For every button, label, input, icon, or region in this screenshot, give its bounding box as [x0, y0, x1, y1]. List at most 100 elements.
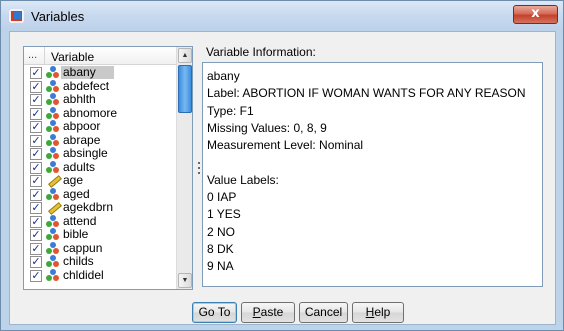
variable-list-item[interactable]: ✓ chldidel: [24, 267, 176, 283]
checkbox-icon[interactable]: ✓: [30, 215, 42, 228]
nominal-icon: [46, 214, 60, 229]
variable-list-item[interactable]: ✓ abdefect: [24, 78, 176, 94]
scroll-down-arrow-icon[interactable]: ▼: [178, 273, 192, 288]
variable-list-header[interactable]: ... Variable: [24, 47, 176, 65]
info-line: Measurement Level: Nominal: [207, 138, 364, 153]
nominal-icon: [46, 93, 60, 107]
nominal-icon: [46, 133, 60, 148]
variable-name: bible: [63, 227, 89, 241]
scale-icon: [46, 174, 62, 188]
variable-list-item[interactable]: ✓ abnomore: [24, 105, 176, 121]
nominal-icon: [46, 187, 60, 202]
info-line: Value Labels:: [207, 172, 279, 187]
checkbox-icon[interactable]: ✓: [30, 202, 42, 214]
info-line: 8 DK: [207, 241, 234, 256]
variable-list-item[interactable]: ✓ attend: [24, 213, 176, 229]
variable-name: abrape: [63, 132, 101, 147]
help-button[interactable]: Help: [352, 302, 404, 323]
variable-name: aged: [63, 186, 90, 201]
variable-list-item[interactable]: ✓ cappun: [24, 240, 176, 256]
checkbox-icon[interactable]: ✓: [30, 269, 42, 282]
goto-button[interactable]: Go To: [192, 302, 237, 323]
scale-icon: [46, 201, 62, 215]
variable-name: abnomore: [63, 105, 118, 120]
info-line: 2 NO: [207, 224, 236, 239]
variable-information-label: Variable Information:: [206, 45, 316, 59]
nominal-icon: [46, 147, 60, 161]
nominal-icon: [46, 228, 60, 242]
info-line: 1 YES: [207, 207, 241, 222]
variable-name: adults: [63, 159, 96, 174]
nominal-icon: [46, 66, 60, 80]
title-bar[interactable]: Variables x: [1, 1, 563, 31]
nominal-icon: [46, 268, 60, 283]
cancel-label: Cancel: [304, 305, 343, 319]
nominal-icon: [46, 120, 60, 134]
variable-column-header[interactable]: Variable: [51, 50, 94, 64]
variable-list-item[interactable]: ✓ agekdbrn: [24, 201, 176, 215]
paste-label: aste: [260, 305, 284, 319]
checkbox-icon[interactable]: ✓: [30, 188, 42, 201]
checkbox-icon[interactable]: ✓: [30, 67, 42, 79]
checkbox-icon[interactable]: ✓: [30, 134, 42, 147]
variable-list-scrollbar[interactable]: ▲ ▼: [176, 47, 192, 289]
checkbox-icon[interactable]: ✓: [30, 148, 42, 160]
variable-list-item[interactable]: ✓ adults: [24, 159, 176, 175]
variable-information-panel: abany Label: ABORTION IF WOMAN WANTS FOR …: [202, 62, 543, 287]
variable-name: abdefect: [63, 78, 110, 93]
variable-name: abany: [61, 66, 114, 79]
close-icon: x: [531, 6, 540, 21]
variable-name: chldidel: [63, 267, 104, 282]
help-label: elp: [374, 305, 391, 319]
variable-list-item[interactable]: ✓ age: [24, 174, 176, 188]
variable-name: abpoor: [63, 119, 101, 133]
scroll-up-arrow-icon[interactable]: ▲: [178, 48, 192, 63]
scroll-thumb[interactable]: [178, 65, 192, 113]
checkbox-icon[interactable]: ✓: [30, 175, 42, 187]
window-title: Variables: [31, 9, 85, 24]
variable-list-item[interactable]: ✓ abpoor: [24, 120, 176, 134]
paste-mnemonic: P: [252, 305, 261, 319]
info-line: Label: ABORTION IF WOMAN WANTS FOR ANY R…: [207, 86, 526, 101]
column-menu-dots[interactable]: ...: [28, 49, 37, 61]
variable-name: cappun: [63, 240, 103, 255]
variable-name: abhlth: [63, 92, 96, 106]
checkbox-icon[interactable]: ✓: [30, 94, 42, 106]
variable-name: childs: [63, 254, 94, 268]
info-line: abany: [207, 69, 240, 83]
close-button[interactable]: x: [513, 5, 558, 24]
variable-list-item[interactable]: ✓ abhlth: [24, 93, 176, 107]
variable-list-item[interactable]: ✓ abrape: [24, 132, 176, 148]
variable-name: age: [63, 173, 84, 187]
variable-name: absingle: [63, 146, 108, 160]
nominal-icon: [46, 241, 60, 256]
checkbox-icon[interactable]: ✓: [30, 161, 42, 174]
nominal-icon: [46, 160, 60, 175]
checkbox-icon[interactable]: ✓: [30, 242, 42, 255]
nominal-icon: [46, 79, 60, 94]
nominal-icon: [46, 106, 60, 121]
variable-name: agekdbrn: [63, 200, 114, 214]
variable-name: attend: [63, 213, 97, 228]
variable-list[interactable]: ... Variable ✓ abany ✓ abdefect ✓ abhlth ✓ abno…: [23, 46, 193, 290]
header-divider: [44, 47, 45, 64]
app-icon: [9, 9, 24, 23]
cancel-button[interactable]: Cancel: [299, 302, 348, 323]
variable-list-item[interactable]: ✓ abany: [24, 66, 176, 80]
checkbox-icon[interactable]: ✓: [30, 121, 42, 133]
variable-list-item[interactable]: ✓ bible: [24, 228, 176, 242]
variable-list-item[interactable]: ✓ aged: [24, 186, 176, 202]
checkbox-icon[interactable]: ✓: [30, 229, 42, 241]
paste-button[interactable]: Paste: [241, 302, 295, 323]
checkbox-icon[interactable]: ✓: [30, 107, 42, 120]
info-line: Missing Values: 0, 8, 9: [207, 120, 327, 135]
variable-list-item[interactable]: ✓ childs: [24, 255, 176, 269]
checkbox-icon[interactable]: ✓: [30, 80, 42, 93]
panel-splitter[interactable]: [198, 162, 201, 180]
variable-rows: ✓ abany ✓ abdefect ✓ abhlth ✓ abnomore ✓ abpoor ✓ a…: [24, 66, 176, 282]
info-line: [207, 154, 542, 171]
info-line: 9 NA: [207, 259, 234, 274]
checkbox-icon[interactable]: ✓: [30, 256, 42, 268]
variable-list-item[interactable]: ✓ absingle: [24, 147, 176, 161]
goto-label: Go To: [198, 305, 231, 319]
